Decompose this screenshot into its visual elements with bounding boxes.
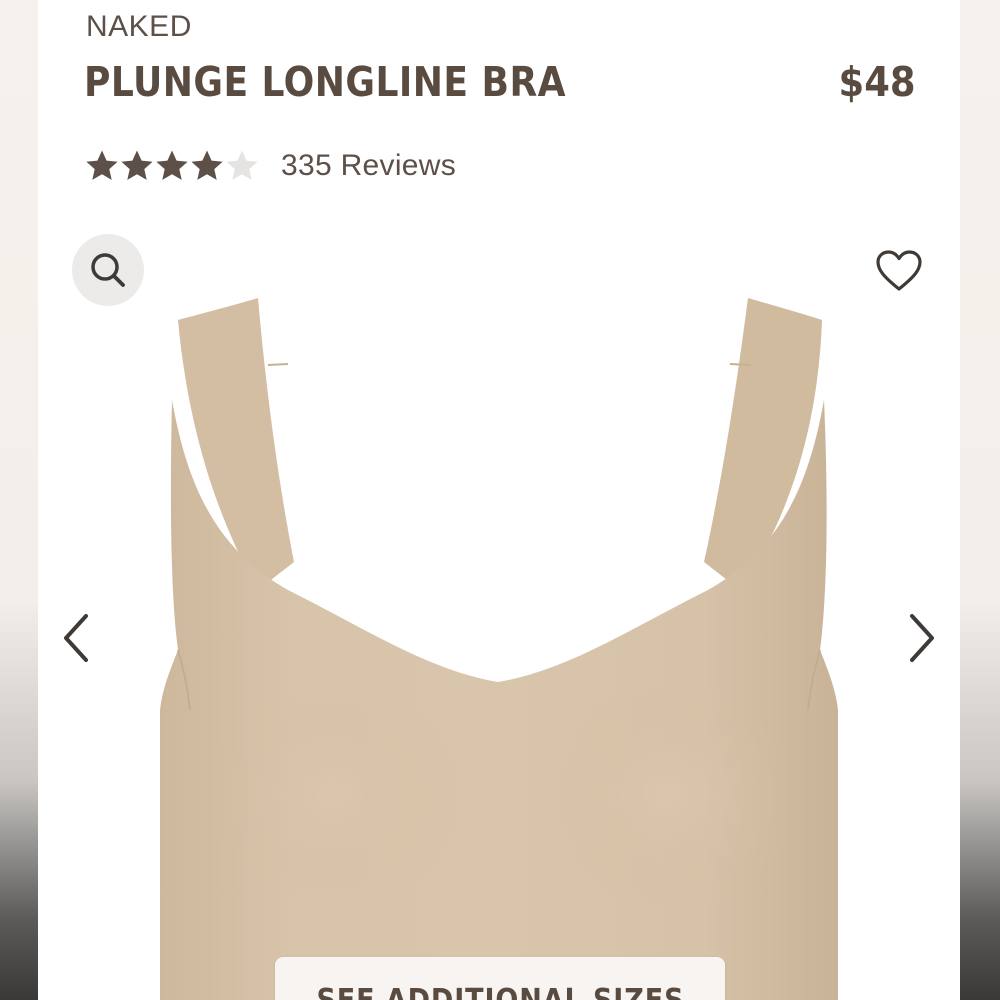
- star-filled-icon: [86, 150, 118, 180]
- zoom-button[interactable]: [72, 234, 144, 306]
- favorite-button[interactable]: [874, 248, 924, 294]
- reviews-link[interactable]: 335 Reviews: [281, 149, 456, 183]
- star-filled-icon: [121, 150, 153, 180]
- see-additional-sizes-label: SEE ADDITIONAL SIZES: [316, 983, 684, 1000]
- left-background-edge: [0, 0, 38, 1000]
- product-image: [160, 298, 838, 1000]
- star-filled-icon: [191, 150, 223, 180]
- screenshot-frame: NAKED PLUNGE LONGLINE BRA $48 335 Review…: [0, 0, 1000, 1000]
- star-filled-icon: [156, 150, 188, 180]
- product-rating[interactable]: 335 Reviews: [84, 148, 456, 184]
- star-rating: [84, 148, 259, 184]
- see-additional-sizes-button[interactable]: SEE ADDITIONAL SIZES: [275, 957, 725, 1000]
- heart-icon: [876, 250, 922, 291]
- product-collection: NAKED: [86, 10, 192, 43]
- chevron-right-icon[interactable]: [902, 608, 942, 668]
- product-title: PLUNGE LONGLINE BRA: [84, 58, 567, 106]
- search-icon: [91, 253, 125, 287]
- product-page: NAKED PLUNGE LONGLINE BRA $48 335 Review…: [38, 0, 960, 1000]
- chevron-left-icon[interactable]: [56, 608, 96, 668]
- right-background-edge: [960, 0, 1000, 1000]
- star-empty-icon: [226, 150, 258, 180]
- product-price: $48: [838, 58, 916, 106]
